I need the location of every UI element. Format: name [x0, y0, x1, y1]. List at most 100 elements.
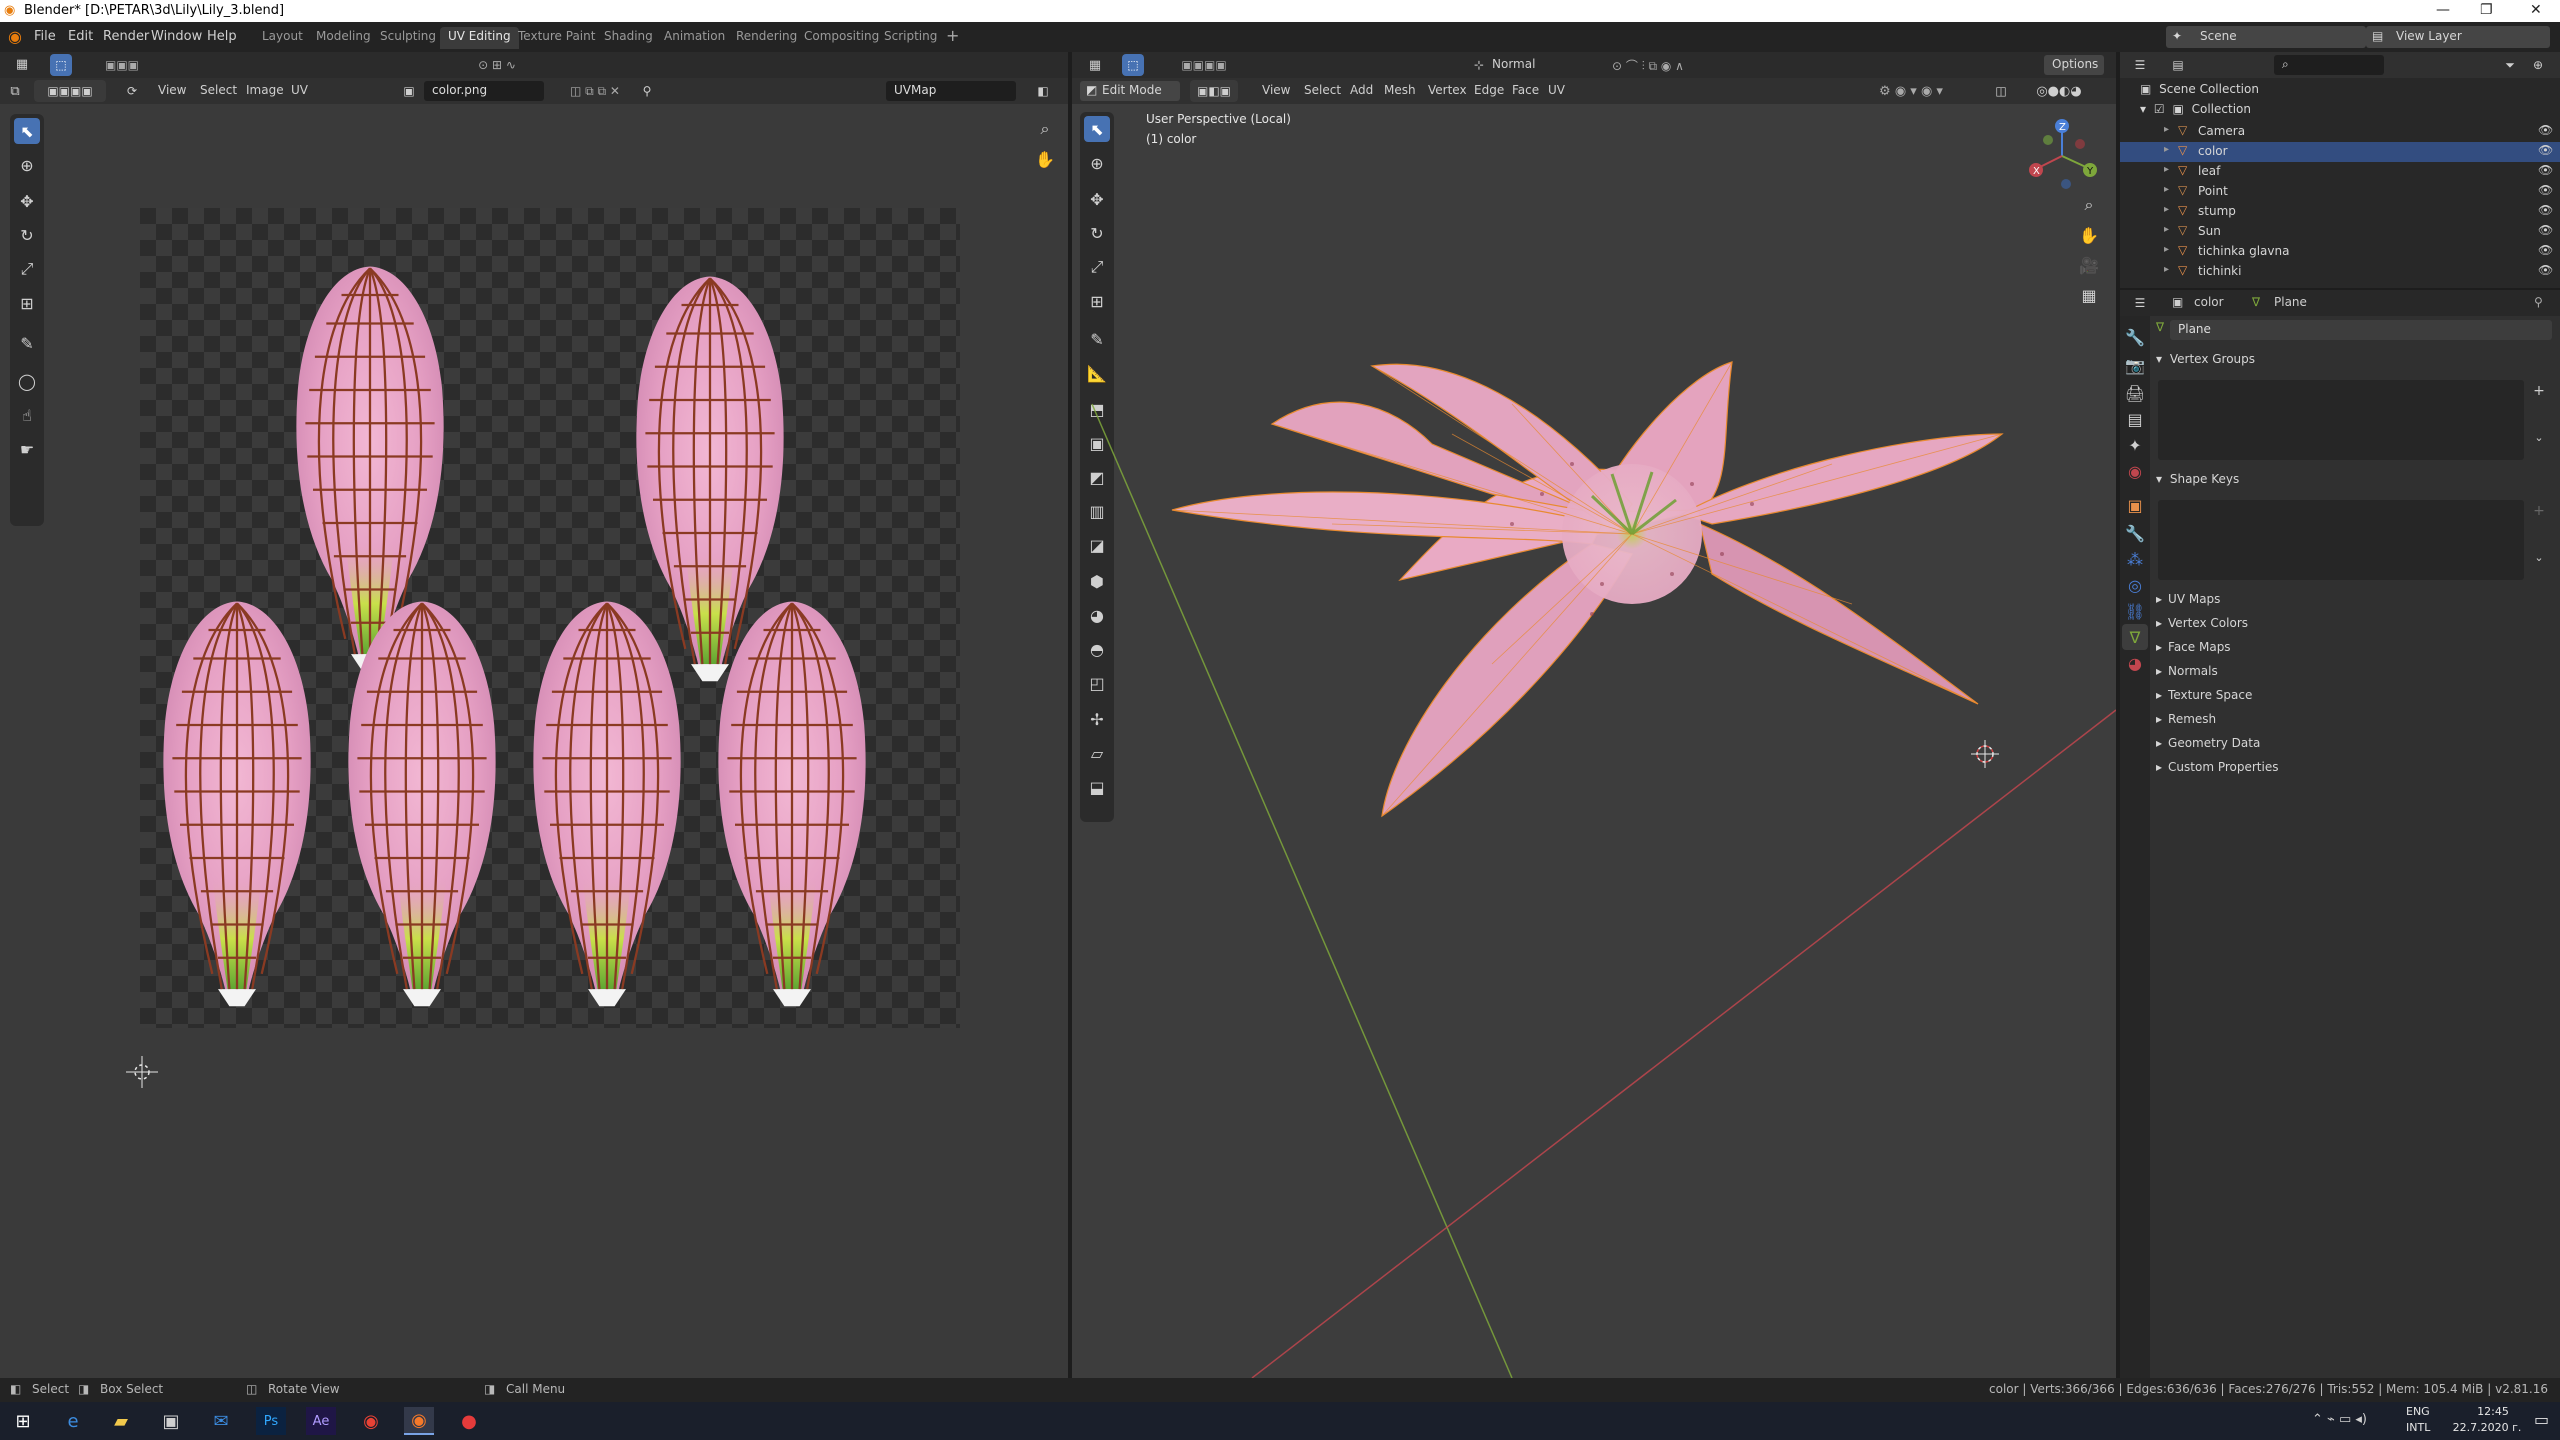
- system-tray-icons[interactable]: ⌃ ⌁ ▭ ◂): [2312, 1412, 2367, 1427]
- visibility-eye-icon[interactable]: 👁: [2538, 203, 2553, 217]
- outliner-item[interactable]: ▸ ▽ color 👁: [2120, 142, 2560, 162]
- constraints-tab-icon[interactable]: ⛓: [2122, 598, 2148, 624]
- uv-cursor-tool-icon[interactable]: ⊕: [14, 152, 40, 178]
- outliner-collection[interactable]: ▾ ☑ ▣ Collection: [2140, 102, 2550, 122]
- collapsed-panel-header[interactable]: ▸ UV Maps: [2156, 592, 2220, 606]
- expand-arrow-icon[interactable]: ▸: [2164, 224, 2169, 235]
- after-effects-icon[interactable]: Ae: [306, 1407, 336, 1435]
- material-tab-icon[interactable]: ◕: [2122, 650, 2148, 676]
- file-explorer-icon[interactable]: ▰: [106, 1407, 136, 1435]
- viewport-select-tool-icon[interactable]: ⬚: [1122, 54, 1144, 76]
- sticky-select-icon[interactable]: ⧉: [4, 78, 26, 104]
- modifier-tab-icon[interactable]: 🔧: [2122, 520, 2148, 546]
- collapsed-panel-header[interactable]: ▸ Normals: [2156, 664, 2218, 678]
- lily-mesh[interactable]: [1171, 361, 2004, 818]
- clock-date[interactable]: 22.7.2020 г.: [2440, 1421, 2534, 1434]
- tab-texture-paint[interactable]: Texture Paint: [510, 27, 603, 49]
- tab-uv-editing[interactable]: UV Editing: [440, 27, 519, 49]
- add-vertex-group-icon[interactable]: +: [2528, 380, 2550, 402]
- menu-file[interactable]: File: [34, 29, 56, 44]
- maximize-button[interactable]: ❐: [2480, 2, 2493, 18]
- vp-menu-edge[interactable]: Edge: [1474, 83, 1504, 97]
- pin-icon[interactable]: ⚲: [2534, 295, 2543, 309]
- outliner-display-mode-icon[interactable]: ▤: [2166, 52, 2190, 78]
- mesh-name-field[interactable]: Plane: [2170, 320, 2552, 340]
- photoshop-icon[interactable]: Ps: [256, 1407, 286, 1435]
- tab-layout[interactable]: Layout: [254, 27, 311, 49]
- edge-browser-icon[interactable]: e: [58, 1407, 88, 1435]
- scene-selector[interactable]: ✦ Scene: [2166, 26, 2366, 48]
- expand-arrow-icon[interactable]: ▸: [2164, 244, 2169, 255]
- filter-icon[interactable]: ⏷: [2498, 52, 2522, 78]
- uv-scale-tool-icon[interactable]: ⤢: [14, 256, 40, 282]
- pin-icon[interactable]: ⚲: [636, 80, 658, 102]
- outliner-scene-collection[interactable]: ▣ Scene Collection: [2140, 82, 2550, 102]
- uvmap-field[interactable]: UVMap: [886, 81, 1016, 101]
- tool-tab-icon[interactable]: 🔧: [2122, 324, 2148, 350]
- vertex-groups-list[interactable]: [2158, 380, 2524, 460]
- mail-icon[interactable]: ✉: [206, 1407, 236, 1435]
- uv-select-tool-icon[interactable]: ⬉: [14, 118, 40, 144]
- language-indicator[interactable]: ENG: [2406, 1405, 2430, 1418]
- blender-taskbar-icon[interactable]: ◉: [404, 1407, 434, 1435]
- mesh-data-tab-icon[interactable]: ∇: [2122, 624, 2148, 650]
- outliner-item[interactable]: ▸ ▽ leaf 👁: [2120, 162, 2560, 182]
- collapsed-panel-header[interactable]: ▸ Remesh: [2156, 712, 2216, 726]
- notifications-icon[interactable]: ▭: [2534, 1410, 2549, 1429]
- menu-edit[interactable]: Edit: [68, 29, 93, 44]
- chrome-icon[interactable]: ◉: [356, 1407, 386, 1435]
- shape-keys-list[interactable]: [2158, 500, 2524, 580]
- tab-sculpting[interactable]: Sculpting: [372, 27, 444, 49]
- store-icon[interactable]: ▣: [156, 1407, 186, 1435]
- mode-dropdown[interactable]: ◩ Edit Mode: [1080, 81, 1180, 101]
- collapsed-panel-header[interactable]: ▸ Texture Space: [2156, 688, 2252, 702]
- panel-shape-keys-header[interactable]: ▾ Shape Keys: [2156, 472, 2239, 486]
- vp-menu-vertex[interactable]: Vertex: [1428, 83, 1467, 97]
- render-tab-icon[interactable]: 📷: [2122, 352, 2148, 378]
- uv-editor[interactable]: ▦ ⬚ ▣▣▣ ⊙ ⊞ ∿ ⧉ ▣▣▣▣ ⟳ View Select Image…: [0, 52, 1068, 1378]
- expand-arrow-icon[interactable]: ▸: [2164, 124, 2169, 135]
- uv-relax-tool-icon[interactable]: ☝: [14, 402, 40, 428]
- visibility-eye-icon[interactable]: 👁: [2538, 223, 2553, 237]
- tab-modeling[interactable]: Modeling: [308, 27, 379, 49]
- add-shape-key-icon[interactable]: +: [2528, 500, 2550, 522]
- tab-animation[interactable]: Animation: [656, 27, 733, 49]
- vp-menu-add[interactable]: Add: [1350, 83, 1373, 97]
- display-mode-icon[interactable]: ◧: [1030, 80, 1056, 102]
- tab-shading[interactable]: Shading: [596, 27, 661, 49]
- uv-grab-tool-icon[interactable]: ◯: [14, 368, 40, 394]
- uv-menu-uv[interactable]: UV: [291, 83, 308, 97]
- chat-app-icon[interactable]: ●: [454, 1407, 484, 1435]
- object-tab-icon[interactable]: ▣: [2122, 492, 2148, 518]
- select-tool-icon[interactable]: ⬚: [50, 54, 72, 76]
- checkbox-icon[interactable]: ☑: [2154, 102, 2165, 116]
- uv-rotate-tool-icon[interactable]: ↻: [14, 222, 40, 248]
- expand-arrow-icon[interactable]: ▸: [2164, 164, 2169, 175]
- vp-menu-uv[interactable]: UV: [1548, 83, 1565, 97]
- options-dropdown[interactable]: Options: [2044, 55, 2104, 75]
- orientation-icon[interactable]: ⊹: [1468, 54, 1490, 76]
- menu-help[interactable]: Help: [207, 29, 237, 44]
- select-mode-icons[interactable]: ▣▣▣: [92, 54, 152, 76]
- uv-move-tool-icon[interactable]: ✥: [14, 188, 40, 214]
- editor-type-icon[interactable]: ▦: [8, 52, 36, 76]
- windows-start-icon[interactable]: ⊞: [8, 1407, 38, 1435]
- uv-transform-tool-icon[interactable]: ⊞: [14, 290, 40, 316]
- snap-proportional-icons[interactable]: ⊙ ⌒ ⫶ ⧉ ◉ ∧: [1548, 54, 1748, 76]
- viewport-editor-type-icon[interactable]: ▦: [1082, 52, 1108, 78]
- collapsed-panel-header[interactable]: ▸ Geometry Data: [2156, 736, 2260, 750]
- collapsed-panel-header[interactable]: ▸ Custom Properties: [2156, 760, 2278, 774]
- outliner-item[interactable]: ▸ ▽ tichinka glavna 👁: [2120, 242, 2560, 262]
- tab-compositing[interactable]: Compositing: [796, 27, 887, 49]
- xray-icon[interactable]: ◫: [1990, 80, 2012, 102]
- add-workspace-icon[interactable]: +: [946, 26, 959, 45]
- physics-tab-icon[interactable]: ◎: [2122, 572, 2148, 598]
- uv-annotate-tool-icon[interactable]: ✎: [14, 330, 40, 356]
- tab-rendering[interactable]: Rendering: [728, 27, 805, 49]
- shading-modes[interactable]: ◎●◐◕: [2014, 80, 2104, 102]
- 3d-viewport[interactable]: ▦ ⬚ ▣▣▣▣ ⊹ Normal ⊙ ⌒ ⫶ ⧉ ◉ ∧ Options ◩ …: [1072, 52, 2116, 1378]
- 3d-cursor-icon[interactable]: [1971, 740, 1999, 768]
- expand-arrow-icon[interactable]: ▸: [2164, 264, 2169, 275]
- uv-sync-icon[interactable]: ⟳: [118, 80, 146, 102]
- mesh-select-modes[interactable]: ▣◧▣: [1190, 80, 1238, 102]
